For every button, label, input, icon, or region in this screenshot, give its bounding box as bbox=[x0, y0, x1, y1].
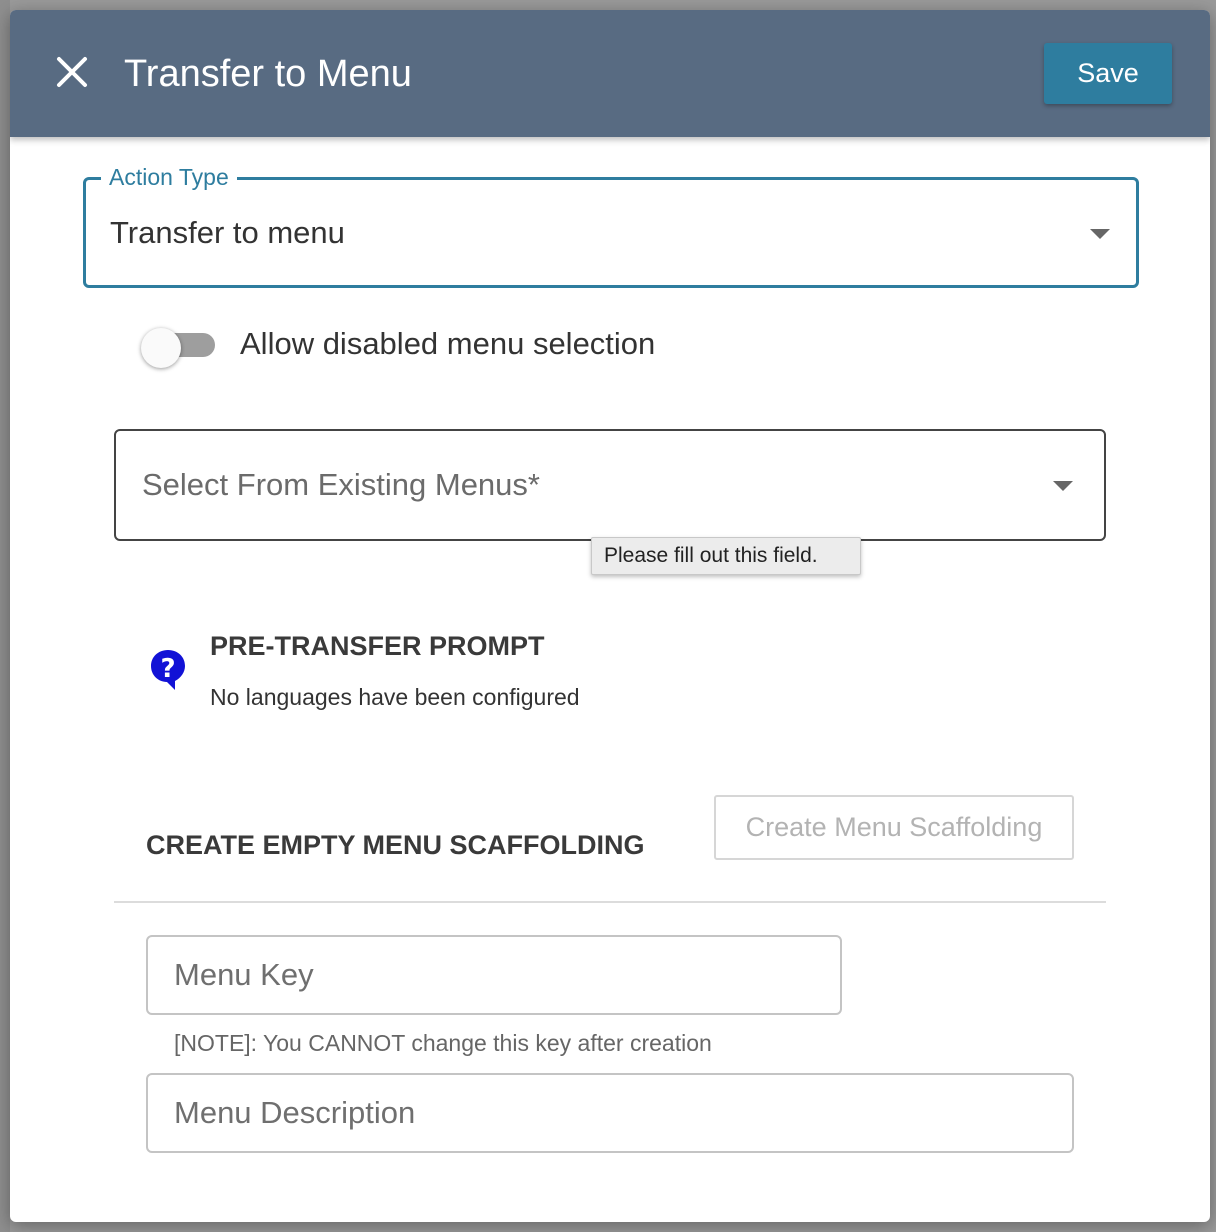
pre-transfer-title: PRE-TRANSFER PROMPT bbox=[210, 631, 545, 661]
chevron-down-icon bbox=[1053, 481, 1073, 491]
help-icon: ? bbox=[151, 650, 185, 690]
existing-menus-placeholder: Select From Existing Menus* bbox=[142, 467, 540, 502]
close-icon bbox=[57, 57, 87, 87]
divider bbox=[114, 901, 1106, 903]
dialog-header: Transfer to Menu Save bbox=[10, 10, 1210, 137]
action-type-label: Action Type bbox=[101, 164, 237, 190]
toggle-thumb bbox=[141, 328, 181, 368]
menu-description-input[interactable] bbox=[146, 1073, 1074, 1153]
svg-text:?: ? bbox=[160, 654, 175, 684]
pre-transfer-subtitle: No languages have been configured bbox=[210, 684, 580, 710]
allow-disabled-toggle[interactable] bbox=[141, 328, 217, 368]
chevron-down-icon bbox=[1090, 229, 1110, 239]
backdrop bbox=[0, 0, 10, 1232]
dialog-title: Transfer to Menu bbox=[124, 53, 412, 95]
save-button[interactable]: Save bbox=[1044, 43, 1172, 104]
menu-key-input[interactable] bbox=[146, 935, 842, 1015]
scaffolding-title: CREATE EMPTY MENU SCAFFOLDING bbox=[146, 830, 645, 860]
menu-key-note: [NOTE]: You CANNOT change this key after… bbox=[174, 1030, 712, 1056]
create-scaffolding-button[interactable]: Create Menu Scaffolding bbox=[714, 795, 1074, 860]
close-button[interactable] bbox=[52, 52, 92, 92]
transfer-dialog: Transfer to Menu Save Action Type Transf… bbox=[10, 10, 1210, 1222]
action-type-value: Transfer to menu bbox=[110, 215, 345, 250]
validation-tooltip: Please fill out this field. bbox=[591, 537, 861, 575]
allow-disabled-label: Allow disabled menu selection bbox=[240, 326, 656, 361]
